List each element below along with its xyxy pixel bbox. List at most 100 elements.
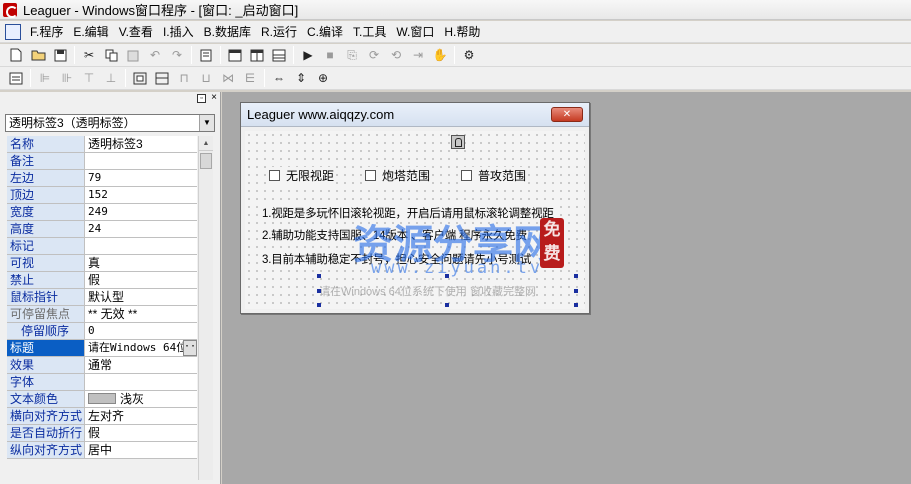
property-value[interactable] — [85, 374, 197, 390]
property-value[interactable]: 透明标签3 — [85, 136, 197, 152]
expand-width-icon[interactable]: ⇔ — [269, 68, 289, 88]
property-scrollbar[interactable]: ▲ — [198, 136, 213, 480]
resize-handle[interactable] — [317, 289, 321, 293]
resize-handle[interactable] — [445, 303, 449, 307]
breakpoint-hand-icon[interactable]: ✋ — [430, 45, 450, 65]
property-row[interactable]: 可视真 — [7, 255, 197, 272]
layout-split-icon[interactable] — [247, 45, 267, 65]
pin-icon[interactable]: ▫ — [197, 94, 206, 103]
debug-tool-icon[interactable]: ⚙ — [459, 45, 479, 65]
form-icon[interactable] — [6, 68, 26, 88]
menu-compile[interactable]: C.编译 — [302, 22, 348, 42]
menu-help[interactable]: H.帮助 — [439, 22, 485, 42]
run-to-cursor-icon[interactable]: ⇥ — [408, 45, 428, 65]
expand-height-icon[interactable]: ⇕ — [291, 68, 311, 88]
property-value[interactable]: 假 — [85, 272, 197, 288]
align-top-icon[interactable]: ⊤ — [79, 68, 99, 88]
property-row[interactable]: 左边 79 — [7, 170, 197, 187]
property-row[interactable]: 是否自动折行假 — [7, 425, 197, 442]
property-value[interactable]: 249 — [85, 204, 197, 220]
redo-icon[interactable]: ↷ — [167, 45, 187, 65]
property-row[interactable]: 字体 — [7, 374, 197, 391]
property-value[interactable] — [85, 153, 197, 169]
property-row[interactable]: 鼠标指针 默认型 — [7, 289, 197, 306]
scroll-up-icon[interactable]: ▲ — [199, 136, 213, 151]
checkbox-attack-range[interactable]: 普攻范围 — [461, 167, 529, 184]
expand-both-icon[interactable]: ⊕ — [313, 68, 333, 88]
property-row[interactable]: 可停留焦点 ** 无效 ** — [7, 306, 197, 323]
scroll-thumb[interactable] — [200, 153, 212, 169]
property-row[interactable]: 名称 透明标签3 — [7, 136, 197, 153]
menu-window[interactable]: W.窗口 — [391, 22, 439, 42]
property-value[interactable]: 请在Windows 64位··· — [85, 340, 197, 356]
menu-database[interactable]: B.数据库 — [199, 22, 256, 42]
chevron-down-icon[interactable]: ▼ — [199, 115, 214, 131]
space-horizontal-icon[interactable]: ⋈ — [218, 68, 238, 88]
layout-window-icon[interactable] — [225, 45, 245, 65]
resize-handle[interactable] — [317, 274, 321, 278]
menu-tools[interactable]: T.工具 — [348, 22, 391, 42]
property-row[interactable]: 备注 — [7, 153, 197, 170]
layout-grid-icon[interactable] — [269, 45, 289, 65]
align-right-icon[interactable]: ⊪ — [57, 68, 77, 88]
form-title-bar[interactable]: Leaguer www.aiqqzy.com ✕ — [241, 103, 589, 127]
property-value[interactable]: 居中 — [85, 442, 197, 458]
form-designer-window[interactable]: Leaguer www.aiqqzy.com ✕ 无限视距 炮塔范围 普攻范围 … — [240, 102, 590, 314]
menu-edit[interactable]: E.编辑 — [68, 22, 113, 42]
center-vertical-icon[interactable] — [152, 68, 172, 88]
cut-icon[interactable]: ✂ — [79, 45, 99, 65]
menu-insert[interactable]: I.插入 — [158, 22, 199, 42]
property-row[interactable]: 宽度 249 — [7, 204, 197, 221]
menu-run[interactable]: R.运行 — [256, 22, 302, 42]
checkbox-tower-range[interactable]: 炮塔范围 — [365, 167, 433, 184]
find-icon[interactable] — [196, 45, 216, 65]
property-row[interactable]: 禁止假 — [7, 272, 197, 289]
property-row[interactable]: 标记 — [7, 238, 197, 255]
property-row[interactable]: 效果 通常 — [7, 357, 197, 374]
paste-icon[interactable] — [123, 45, 143, 65]
property-value[interactable]: 152 — [85, 187, 197, 203]
center-horizontal-icon[interactable] — [130, 68, 150, 88]
checkbox-box[interactable] — [269, 170, 280, 181]
transparent-label-selected[interactable]: 请在Windows 64位系统下使用 窗收藏完整网 — [319, 283, 575, 301]
checkbox-box[interactable] — [461, 170, 472, 181]
property-row-selected[interactable]: 标题请在Windows 64位··· — [7, 340, 197, 357]
checkbox-box[interactable] — [365, 170, 376, 181]
copy-icon[interactable] — [101, 45, 121, 65]
same-width-icon[interactable]: ⊓ — [174, 68, 194, 88]
stop-icon[interactable]: ■ — [320, 45, 340, 65]
property-value[interactable]: 假 — [85, 425, 197, 441]
property-row[interactable]: 横向对齐方式 左对齐 — [7, 408, 197, 425]
align-bottom-icon[interactable]: ⊥ — [101, 68, 121, 88]
resize-handle[interactable] — [574, 303, 578, 307]
step-over-icon[interactable]: ⎘ — [342, 45, 362, 65]
object-selector-dropdown[interactable]: 透明标签3（透明标签） ▼ — [5, 114, 215, 132]
menu-program[interactable]: F.程序 — [25, 22, 68, 42]
property-value[interactable]: 左对齐 — [85, 408, 197, 424]
step-out-icon[interactable]: ⟲ — [386, 45, 406, 65]
close-icon[interactable]: × — [211, 93, 217, 103]
document-menu-icon[interactable] — [5, 23, 21, 40]
property-value[interactable]: 通常 — [85, 357, 197, 373]
align-left-icon[interactable]: ⊫ — [35, 68, 55, 88]
save-icon[interactable] — [50, 45, 70, 65]
resize-handle[interactable] — [574, 289, 578, 293]
space-vertical-icon[interactable]: ⋿ — [240, 68, 260, 88]
step-into-icon[interactable]: ⟳ — [364, 45, 384, 65]
property-value[interactable]: 0 — [85, 323, 197, 339]
property-value[interactable]: 24 — [85, 221, 197, 237]
resize-handle[interactable] — [574, 274, 578, 278]
new-file-icon[interactable] — [6, 45, 26, 65]
resize-handle[interactable] — [317, 303, 321, 307]
property-row[interactable]: 纵向对齐方式 居中 — [7, 442, 197, 459]
property-row[interactable]: 文本颜色 浅灰 — [7, 391, 197, 408]
property-row[interactable]: 停留顺序 0 — [7, 323, 197, 340]
checkbox-unlimited-view[interactable]: 无限视距 — [269, 167, 337, 184]
ellipsis-button[interactable]: ··· — [183, 340, 197, 356]
property-row[interactable]: 顶边 152 — [7, 187, 197, 204]
picture-button-icon[interactable] — [451, 135, 465, 149]
menu-view[interactable]: V.查看 — [114, 22, 158, 42]
run-icon[interactable]: ▶ — [298, 45, 318, 65]
property-row[interactable]: 高度 24 — [7, 221, 197, 238]
property-value[interactable]: ** 无效 ** — [85, 306, 197, 322]
